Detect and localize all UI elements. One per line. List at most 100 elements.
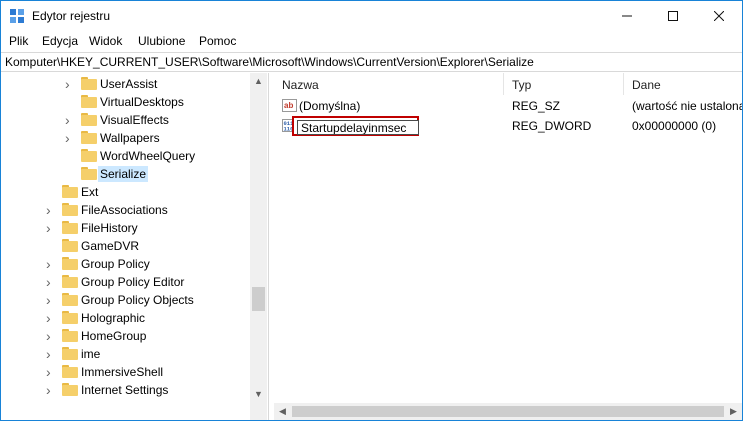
tree-item[interactable]: › VisualEffects bbox=[1, 111, 250, 129]
expand-chevron-icon[interactable]: › bbox=[46, 383, 56, 397]
folder-icon bbox=[62, 383, 78, 396]
folder-icon bbox=[81, 77, 97, 90]
tree-item-label: UserAssist bbox=[100, 77, 158, 91]
window-title: Edytor rejestru bbox=[32, 9, 111, 23]
folder-icon bbox=[62, 275, 78, 288]
column-data-label: Dane bbox=[632, 78, 661, 92]
folder-icon bbox=[81, 131, 97, 144]
column-type[interactable]: Typ bbox=[504, 73, 624, 95]
tree-item-label: FileHistory bbox=[81, 221, 138, 235]
close-button[interactable] bbox=[696, 1, 742, 31]
tree-item-label: Holographic bbox=[81, 311, 146, 325]
minimize-button[interactable] bbox=[604, 1, 650, 31]
value-row[interactable]: 011 110 REG_DWORD 0x00000000 (0) bbox=[274, 116, 742, 136]
value-data: (wartość nie ustalona) bbox=[632, 99, 742, 113]
scroll-down-icon[interactable]: ▼ bbox=[250, 386, 267, 403]
scroll-right-icon[interactable]: ▶ bbox=[725, 403, 742, 420]
tree-item-label: Internet Settings bbox=[81, 383, 169, 397]
expand-chevron-icon[interactable]: › bbox=[46, 311, 56, 325]
folder-icon bbox=[62, 203, 78, 216]
tree-item-label: Serialize bbox=[98, 166, 149, 182]
expand-chevron-icon[interactable]: › bbox=[46, 257, 56, 271]
tree-item[interactable]: › ImmersiveShell bbox=[1, 363, 250, 381]
values-list: Nazwa Typ Dane ab (Domyślna) REG_SZ (war… bbox=[274, 73, 742, 420]
registry-editor-window: Edytor rejestru Plik Edycja Widok Ulubio… bbox=[0, 0, 743, 421]
expand-chevron-icon[interactable]: › bbox=[65, 77, 75, 91]
column-name-label: Nazwa bbox=[282, 78, 319, 92]
menu-view[interactable]: Widok bbox=[89, 34, 122, 48]
tree-item[interactable]: › HomeGroup bbox=[1, 327, 250, 345]
tree-item[interactable]: VirtualDesktops bbox=[1, 93, 250, 111]
registry-editor-icon bbox=[10, 9, 24, 23]
tree-item-label: Group Policy Editor bbox=[81, 275, 185, 289]
values-horizontal-scrollbar[interactable]: ◀ ▶ bbox=[274, 403, 742, 420]
tree-item[interactable]: › ime bbox=[1, 345, 250, 363]
menu-favorites[interactable]: Ulubione bbox=[138, 34, 185, 48]
value-type: REG_DWORD bbox=[512, 119, 592, 133]
value-row[interactable]: ab (Domyślna) REG_SZ (wartość nie ustalo… bbox=[274, 97, 742, 115]
values-scroll-thumb[interactable] bbox=[292, 406, 724, 417]
folder-icon bbox=[62, 329, 78, 342]
tree-item[interactable]: › FileHistory bbox=[1, 219, 250, 237]
rename-input[interactable] bbox=[297, 120, 419, 135]
column-data[interactable]: Dane bbox=[624, 73, 742, 95]
tree-item[interactable]: › Group Policy Objects bbox=[1, 291, 250, 309]
expand-chevron-icon[interactable]: › bbox=[46, 221, 56, 235]
tree-item[interactable]: › Wallpapers bbox=[1, 129, 250, 147]
tree-item-label: GameDVR bbox=[81, 239, 140, 253]
expand-chevron-icon[interactable]: › bbox=[46, 347, 56, 361]
string-value-icon: ab bbox=[282, 99, 297, 112]
expand-chevron-icon[interactable]: › bbox=[46, 203, 56, 217]
scroll-up-icon[interactable]: ▲ bbox=[250, 73, 267, 90]
address-bar[interactable]: Komputer\HKEY_CURRENT_USER\Software\Micr… bbox=[1, 52, 742, 72]
folder-icon bbox=[81, 113, 97, 126]
expand-chevron-icon[interactable]: › bbox=[65, 131, 75, 145]
tree-item-label: HomeGroup bbox=[81, 329, 147, 343]
expand-chevron-icon[interactable]: › bbox=[46, 275, 56, 289]
folder-icon bbox=[62, 221, 78, 234]
tree-item[interactable]: › FileAssociations bbox=[1, 201, 250, 219]
folder-icon bbox=[62, 185, 78, 198]
tree-item-label: Ext bbox=[81, 185, 99, 199]
tree-item[interactable]: › Group Policy bbox=[1, 255, 250, 273]
menu-help[interactable]: Pomoc bbox=[199, 34, 236, 48]
tree-item[interactable]: GameDVR bbox=[1, 237, 250, 255]
svg-text:ab: ab bbox=[284, 101, 293, 110]
tree-scroll-thumb[interactable] bbox=[252, 287, 265, 311]
tree-item-label: Group Policy Objects bbox=[81, 293, 194, 307]
title-bar: Edytor rejestru bbox=[1, 1, 742, 31]
tree-item-label: ime bbox=[81, 347, 101, 361]
menu-bar: Plik Edycja Widok Ulubione Pomoc bbox=[1, 31, 742, 51]
menu-file[interactable]: Plik bbox=[9, 34, 28, 48]
expand-chevron-icon[interactable]: › bbox=[46, 365, 56, 379]
folder-icon bbox=[62, 239, 78, 252]
tree-vertical-scrollbar[interactable]: ▲ ▼ bbox=[250, 73, 267, 420]
tree-item-label: VirtualDesktops bbox=[100, 95, 184, 109]
expand-chevron-icon[interactable]: › bbox=[65, 113, 75, 127]
tree-item-label: WordWheelQuery bbox=[100, 149, 196, 163]
expand-chevron-icon[interactable]: › bbox=[46, 329, 56, 343]
folder-icon bbox=[62, 311, 78, 324]
tree-item-label: Wallpapers bbox=[100, 131, 160, 145]
tree-item[interactable]: › Internet Settings bbox=[1, 381, 250, 399]
address-path: Komputer\HKEY_CURRENT_USER\Software\Micr… bbox=[5, 55, 534, 69]
column-name[interactable]: Nazwa bbox=[274, 73, 504, 95]
value-type: REG_SZ bbox=[512, 99, 561, 113]
scroll-left-icon[interactable]: ◀ bbox=[274, 403, 291, 420]
expand-chevron-icon[interactable]: › bbox=[46, 293, 56, 307]
tree-item[interactable]: › Group Policy Editor bbox=[1, 273, 250, 291]
tree-item-label: VisualEffects bbox=[100, 113, 169, 127]
tree-item-label: Group Policy bbox=[81, 257, 150, 271]
tree-item[interactable]: › UserAssist bbox=[1, 75, 250, 93]
rename-edit-box bbox=[292, 116, 419, 136]
key-tree: › UserAssist VirtualDesktops › VisualEffects… bbox=[1, 73, 268, 420]
tree-item[interactable]: WordWheelQuery bbox=[1, 147, 250, 165]
maximize-icon bbox=[668, 11, 678, 21]
value-data: 0x00000000 (0) bbox=[632, 119, 717, 133]
folder-icon bbox=[81, 149, 97, 162]
tree-item[interactable]: Ext bbox=[1, 183, 250, 201]
tree-item[interactable]: › Holographic bbox=[1, 309, 250, 327]
maximize-button[interactable] bbox=[650, 1, 696, 31]
tree-item[interactable]: Serialize bbox=[1, 165, 250, 183]
menu-edit[interactable]: Edycja bbox=[42, 34, 78, 48]
